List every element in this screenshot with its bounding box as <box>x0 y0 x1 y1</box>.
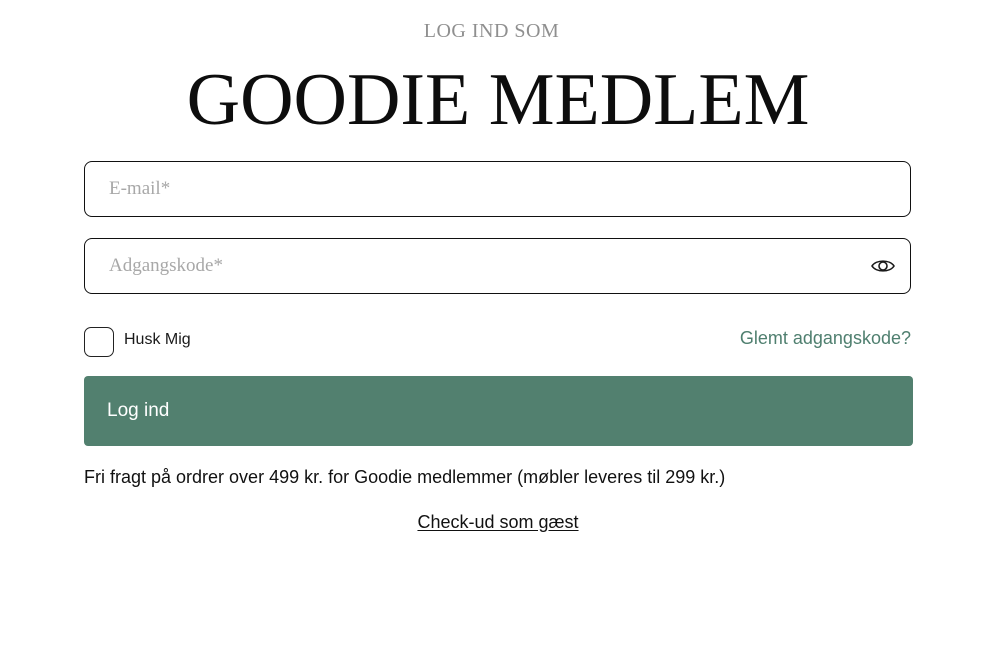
page-title: GOODIE MEDLEM <box>186 59 810 141</box>
forgot-password-link[interactable]: Glemt adgangskode? <box>740 327 911 349</box>
password-input[interactable] <box>109 239 869 293</box>
eye-icon[interactable] <box>870 255 896 277</box>
login-button[interactable]: Log ind <box>84 376 913 446</box>
email-input[interactable] <box>109 162 869 216</box>
password-field[interactable] <box>84 238 911 294</box>
login-subtitle: LOG IND SOM <box>423 20 560 42</box>
shipping-note: Fri fragt på ordrer over 499 kr. for Goo… <box>84 467 726 487</box>
guest-checkout-container: Check-ud som gæst <box>0 511 983 533</box>
remember-me-label: Husk Mig <box>124 331 191 348</box>
guest-checkout-link[interactable]: Check-ud som gæst <box>417 512 578 532</box>
email-field[interactable] <box>84 161 911 217</box>
remember-me-checkbox[interactable] <box>84 327 114 357</box>
